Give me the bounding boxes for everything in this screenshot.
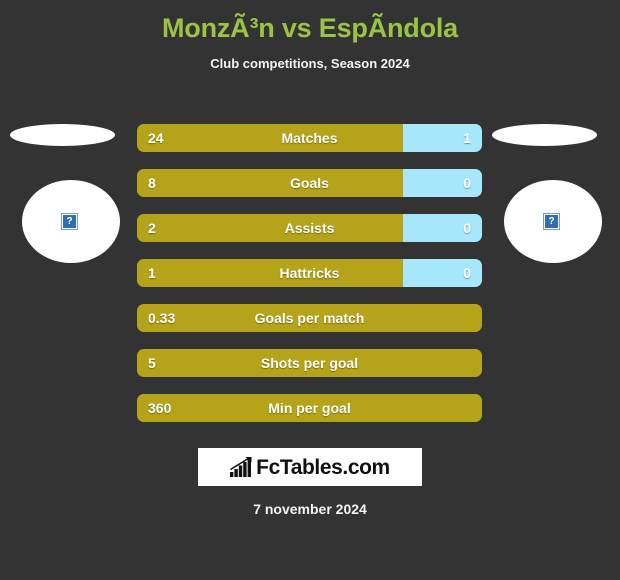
home-crest-shadow: [10, 124, 115, 146]
away-value: 0: [463, 175, 471, 191]
fctables-logo[interactable]: FcTables.com: [198, 448, 422, 486]
stat-label: Hattricks: [279, 265, 340, 281]
header: MonzÃ³n vs EspÃ­ndola Club competitions,…: [0, 0, 620, 72]
broken-image-glyph: ?: [63, 215, 76, 228]
fctables-logo-text: FcTables.com: [256, 455, 390, 479]
stat-label: Min per goal: [268, 400, 351, 416]
away-value: 0: [463, 265, 471, 281]
stat-rows: 24 Matches 1 8 Goals 0 2 Assists 0 1 Hattricks 0 0.3…: [137, 124, 482, 439]
stat-row: 8 Goals 0: [137, 169, 482, 197]
page-title: MonzÃ³n vs EspÃ­ndola: [161, 13, 458, 43]
broken-image-glyph: ?: [545, 215, 558, 228]
stat-row: 2 Assists 0: [137, 214, 482, 242]
stat-row: 0.33 Goals per match: [137, 304, 482, 332]
home-crest-broken-image-icon: ?: [61, 213, 78, 230]
stat-row: 24 Matches 1: [137, 124, 482, 152]
stat-row: 5 Shots per goal: [137, 349, 482, 377]
stat-label: Assists: [284, 220, 335, 236]
stat-label: Goals: [290, 175, 329, 191]
stat-row: 360 Min per goal: [137, 394, 482, 422]
away-value: 1: [463, 130, 471, 146]
page-subtitle: Club competitions, Season 2024: [210, 56, 410, 71]
stat-label: Shots per goal: [260, 355, 359, 371]
stat-label: Matches: [281, 130, 338, 146]
stat-row: 1 Hattricks 0: [137, 259, 482, 287]
away-value: 0: [463, 220, 471, 236]
bar-chart-icon: [230, 456, 252, 477]
report-date: 7 november 2024: [253, 501, 367, 517]
away-crest-shadow: [492, 124, 597, 146]
stat-label: Goals per match: [254, 310, 365, 326]
away-crest-broken-image-icon: ?: [543, 213, 560, 230]
